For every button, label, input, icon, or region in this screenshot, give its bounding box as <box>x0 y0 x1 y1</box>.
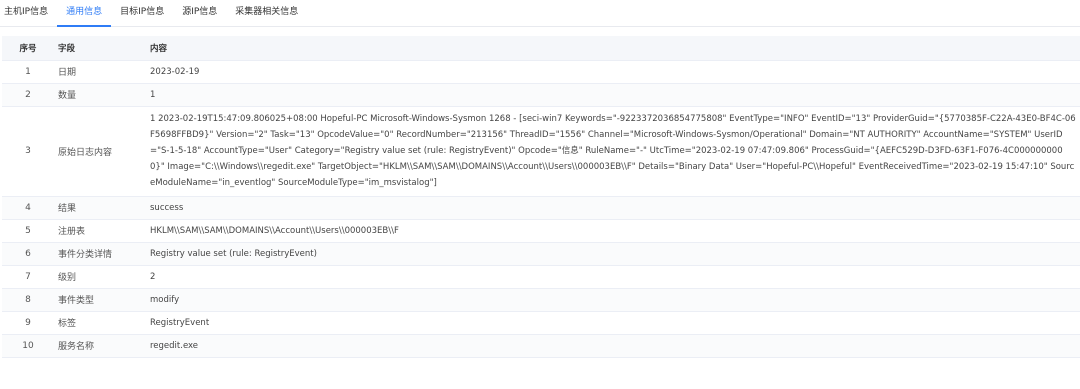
row-content: regedit.exe <box>146 334 1080 358</box>
table-row: 5 注册表 HKLM\\SAM\\SAM\\DOMAINS\\Account\\… <box>2 219 1080 243</box>
row-field: 标签 <box>54 311 146 335</box>
row-index: 7 <box>2 265 54 289</box>
row-index: 1 <box>2 60 54 84</box>
row-field: 原始日志内容 <box>54 106 146 197</box>
row-index: 10 <box>2 334 54 358</box>
tab-bar: 主机IP信息 通用信息 目标IP信息 源IP信息 采集器相关信息 <box>0 0 1080 27</box>
table-row: 1 日期 2023-02-19 <box>2 60 1080 84</box>
general-info-panel: 序号 字段 内容 1 日期 2023-02-19 2 数量 1 3 原始日志内容… <box>2 36 1080 358</box>
row-content: modify <box>146 288 1080 312</box>
row-field: 级别 <box>54 265 146 289</box>
column-header-content: 内容 <box>146 36 1080 61</box>
tab-target-ip-info[interactable]: 目标IP信息 <box>111 0 173 27</box>
table-row: 3 原始日志内容 1 2023-02-19T15:47:09.806025+08… <box>2 106 1080 197</box>
table-row: 9 标签 RegistryEvent <box>2 311 1080 335</box>
row-index: 3 <box>2 106 54 197</box>
row-index: 8 <box>2 288 54 312</box>
row-field: 事件分类详情 <box>54 242 146 266</box>
row-index: 5 <box>2 219 54 243</box>
raw-log-content: 1 2023-02-19T15:47:09.806025+08:00 Hopef… <box>146 106 1080 197</box>
row-field: 日期 <box>54 60 146 84</box>
row-content: Registry value set (rule: RegistryEvent) <box>146 242 1080 266</box>
row-index: 9 <box>2 311 54 335</box>
table-row: 10 服务名称 regedit.exe <box>2 334 1080 358</box>
row-index: 4 <box>2 196 54 220</box>
column-header-index: 序号 <box>2 36 54 61</box>
row-content: RegistryEvent <box>146 311 1080 335</box>
table-row: 7 级别 2 <box>2 265 1080 289</box>
table-row: 4 结果 success <box>2 196 1080 220</box>
row-field: 事件类型 <box>54 288 146 312</box>
table-header-row: 序号 字段 内容 <box>2 36 1080 61</box>
row-field: 数量 <box>54 83 146 107</box>
tab-source-ip-info[interactable]: 源IP信息 <box>173 0 226 27</box>
row-content: success <box>146 196 1080 220</box>
tab-collector-info[interactable]: 采集器相关信息 <box>226 0 307 27</box>
table-row: 2 数量 1 <box>2 83 1080 107</box>
column-header-field: 字段 <box>54 36 146 61</box>
row-content: HKLM\\SAM\\SAM\\DOMAINS\\Account\\Users\… <box>146 219 1080 243</box>
row-field: 服务名称 <box>54 334 146 358</box>
row-content: 2023-02-19 <box>146 60 1080 84</box>
field-table: 序号 字段 内容 1 日期 2023-02-19 2 数量 1 3 原始日志内容… <box>2 36 1080 358</box>
row-content: 1 <box>146 83 1080 107</box>
row-index: 6 <box>2 242 54 266</box>
tab-host-ip-info[interactable]: 主机IP信息 <box>4 0 57 27</box>
table-row: 8 事件类型 modify <box>2 288 1080 312</box>
table-row: 6 事件分类详情 Registry value set (rule: Regis… <box>2 242 1080 266</box>
row-field: 结果 <box>54 196 146 220</box>
row-content: 2 <box>146 265 1080 289</box>
row-field: 注册表 <box>54 219 146 243</box>
row-index: 2 <box>2 83 54 107</box>
tab-general-info[interactable]: 通用信息 <box>57 0 112 27</box>
